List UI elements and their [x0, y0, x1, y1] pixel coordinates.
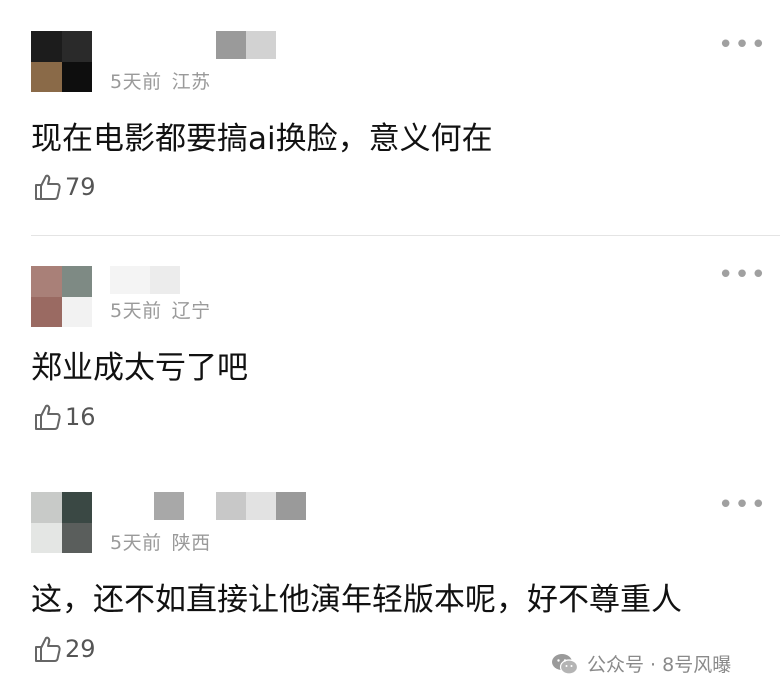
comment-location: 陕西: [171, 532, 211, 554]
comment-time: 5天前: [110, 300, 162, 322]
comment-text: 这，还不如直接让他演年轻版本呢，好不尊重人: [31, 582, 682, 618]
avatar-pixel: [61, 492, 92, 523]
avatar-pixel: [61, 522, 92, 553]
like-count: 29: [65, 635, 96, 663]
username-blurred[interactable]: [216, 31, 276, 59]
comment-text: 现在电影都要搞ai换脸，意义何在: [31, 121, 493, 157]
more-dots-icon[interactable]: •••: [718, 262, 767, 288]
comment-meta: 5天前 江苏: [110, 67, 211, 94]
divider: [31, 235, 780, 236]
thumbs-up-icon: [35, 404, 61, 430]
comment-text: 郑业成太亏了吧: [31, 350, 248, 386]
avatar-pixel: [61, 61, 92, 92]
wechat-icon: [552, 653, 579, 675]
avatar-pixel: [31, 31, 62, 62]
username-blurred[interactable]: [154, 492, 306, 520]
more-dots-icon[interactable]: •••: [718, 32, 767, 58]
username-blurred[interactable]: [110, 266, 180, 294]
comment-meta: 5天前 陕西: [110, 528, 211, 555]
like-count: 79: [65, 173, 96, 201]
avatar-pixel: [61, 266, 92, 297]
avatar-pixel: [61, 31, 92, 62]
comment-location: 江苏: [171, 71, 211, 93]
watermark-text: 公众号 · 8号风曝: [587, 654, 732, 676]
avatar-pixel: [31, 522, 62, 553]
like-count: 16: [65, 403, 96, 431]
avatar-pixel: [61, 296, 92, 327]
avatar-pixel: [31, 492, 62, 523]
avatar[interactable]: [31, 492, 92, 553]
comment-time: 5天前: [110, 532, 162, 554]
avatar-pixel: [31, 266, 62, 297]
comment-time: 5天前: [110, 71, 162, 93]
avatar[interactable]: [31, 31, 92, 92]
avatar[interactable]: [31, 266, 92, 327]
like-button[interactable]: 16: [33, 402, 96, 432]
comment-location: 辽宁: [171, 300, 211, 322]
comment-meta: 5天前 辽宁: [110, 296, 211, 323]
more-dots-icon[interactable]: •••: [718, 492, 767, 518]
avatar-pixel: [31, 296, 62, 327]
thumbs-up-icon: [35, 636, 61, 662]
like-button[interactable]: 29: [33, 634, 96, 664]
like-button[interactable]: 79: [33, 172, 96, 202]
avatar-pixel: [31, 61, 62, 92]
thumbs-up-icon: [35, 174, 61, 200]
watermark: 公众号 · 8号风曝: [551, 650, 731, 677]
